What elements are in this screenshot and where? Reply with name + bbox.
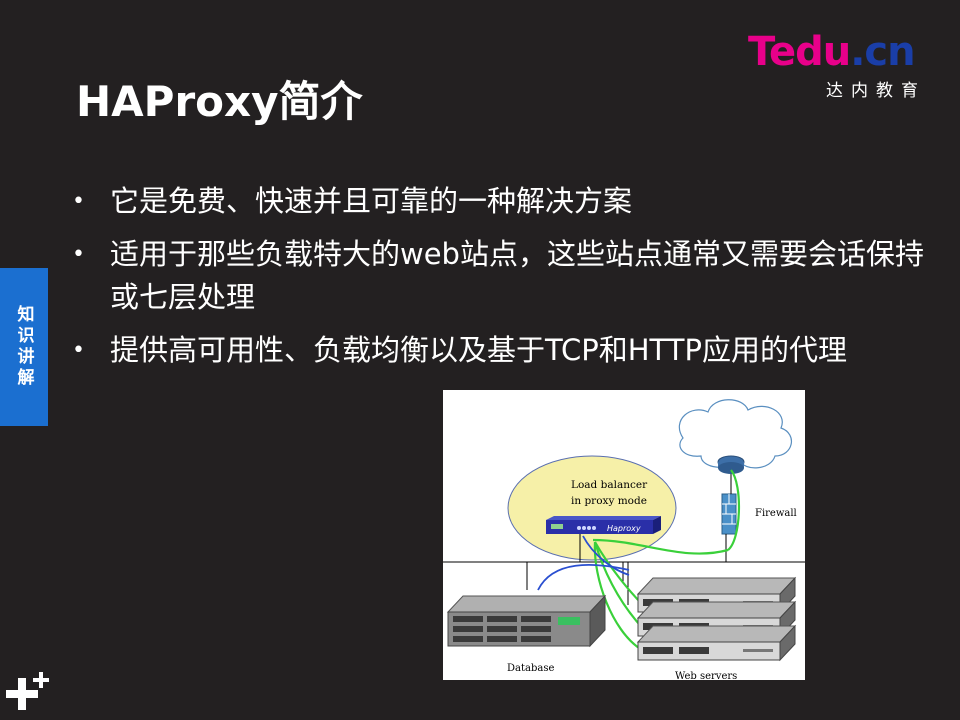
- bullet-dot-icon: •: [72, 338, 85, 363]
- web-servers-icon: [636, 576, 797, 662]
- database-server-icon: [446, 594, 607, 648]
- side-tab-label: 知识讲解: [13, 305, 34, 389]
- logo-t: T: [748, 29, 770, 75]
- firewall-icon: [721, 493, 737, 535]
- bullet-dot-icon: •: [72, 189, 85, 214]
- bullet-item: • 提供高可用性、负载均衡以及基于TCP和HTTP应用的代理: [72, 329, 942, 372]
- lb-label-line1: Load balancer: [571, 479, 648, 491]
- tedu-logo: Tedu.cn 达内教育: [748, 29, 928, 101]
- side-tab: 知识讲解: [0, 268, 48, 426]
- logo-subtitle: 达内教育: [826, 81, 926, 101]
- bullet-item: • 它是免费、快速并且可靠的一种解决方案: [72, 180, 942, 223]
- bullet-item: • 适用于那些负载特大的web站点，这些站点通常又需要会话保持或七层处理: [72, 233, 942, 319]
- lb-label-line2: in proxy mode: [571, 495, 647, 507]
- bullet-text: 它是免费、快速并且可靠的一种解决方案: [110, 184, 633, 218]
- bullet-text: 适用于那些负载特大的web站点，这些站点通常又需要会话保持或七层处理: [110, 237, 924, 314]
- bullet-list: • 它是免费、快速并且可靠的一种解决方案 • 适用于那些负载特大的web站点，这…: [72, 180, 942, 382]
- logo-edu: edu: [768, 29, 851, 75]
- haproxy-device-icon: [546, 516, 661, 534]
- database-label: Database: [507, 663, 554, 674]
- load-balancer-zone: [507, 455, 677, 561]
- bullet-text: 提供高可用性、负载均衡以及基于TCP和HTTP应用的代理: [110, 333, 847, 367]
- bullet-dot-icon: •: [72, 242, 85, 267]
- logo-cn: .cn: [850, 29, 915, 75]
- logo-wordmark: Tedu.cn: [748, 29, 916, 75]
- haproxy-device-label: Haproxy: [607, 524, 641, 533]
- web-servers-label: Web servers: [675, 671, 737, 680]
- plus-decoration-icon: [6, 668, 52, 714]
- haproxy-diagram: Firewall Load balancer in proxy mode Hap…: [443, 390, 805, 680]
- firewall-label: Firewall: [755, 508, 797, 519]
- slide-title: HAProxy简介: [76, 77, 363, 126]
